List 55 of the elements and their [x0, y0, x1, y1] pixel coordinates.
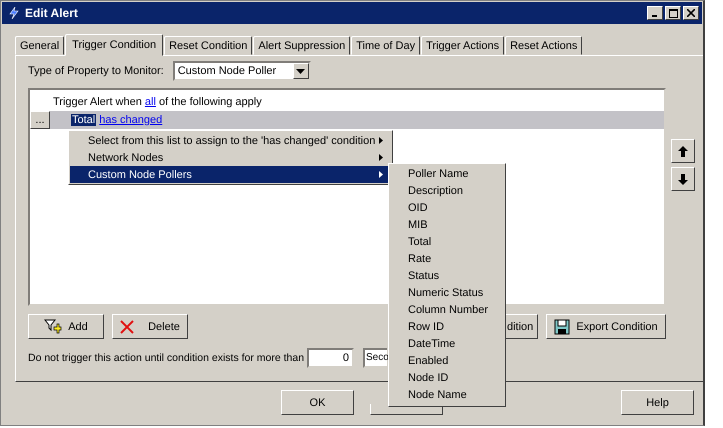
- add-button[interactable]: Add: [28, 314, 104, 339]
- delay-field[interactable]: 0: [307, 348, 354, 368]
- menu-item[interactable]: Row ID: [390, 319, 504, 336]
- filter-add-icon: [44, 318, 62, 334]
- menu-item[interactable]: Select from this list to assign to the 'has changed' condition: [70, 132, 391, 149]
- tab[interactable]: General: [15, 36, 64, 55]
- menu-item[interactable]: Enabled: [390, 353, 504, 370]
- move-up-button[interactable]: [671, 139, 695, 163]
- property-dropdown[interactable]: Custom Node Poller: [172, 61, 311, 81]
- move-down-button[interactable]: [671, 167, 695, 191]
- delete-icon: [120, 320, 134, 334]
- tab[interactable]: Reset Actions: [505, 36, 582, 55]
- menu-item[interactable]: Total: [390, 234, 504, 251]
- tab[interactable]: Reset Condition: [164, 36, 252, 55]
- menu-item[interactable]: Network Nodes: [70, 149, 391, 166]
- menu-item[interactable]: Description: [390, 183, 504, 200]
- menu-item[interactable]: Custom Node Pollers: [70, 166, 391, 183]
- tab[interactable]: Alert Suppression: [253, 36, 350, 55]
- condition-header: Trigger Alert when all of the following apply: [53, 96, 262, 108]
- window-title: Edit Alert: [25, 6, 78, 20]
- import-button[interactable]: dition: [504, 314, 538, 339]
- dropdown-arrow-icon: [296, 68, 306, 74]
- menu-item[interactable]: Rate: [390, 251, 504, 268]
- condition-row[interactable]: ... Total has changed: [30, 111, 664, 129]
- tab[interactable]: Trigger Actions: [421, 36, 504, 55]
- lightning-icon: [8, 7, 20, 19]
- delay-label: Do not trigger this action until condition exists for more than: [28, 352, 306, 364]
- down-arrow-icon: [678, 174, 688, 184]
- menu-item[interactable]: Node ID: [390, 370, 504, 387]
- help-button[interactable]: Help: [621, 390, 694, 415]
- tab[interactable]: Trigger Condition: [65, 34, 164, 56]
- ok-button[interactable]: OK: [281, 390, 354, 415]
- menu-item[interactable]: OID: [390, 200, 504, 217]
- operator-link[interactable]: has changed: [99, 114, 162, 126]
- row-menu-button[interactable]: ...: [30, 111, 50, 129]
- close-icon: [687, 9, 695, 17]
- menu-item[interactable]: Status: [390, 268, 504, 285]
- field-name[interactable]: Total: [71, 114, 96, 126]
- menu-item[interactable]: Node Name: [390, 387, 504, 404]
- menu-item[interactable]: Numeric Status: [390, 285, 504, 302]
- maximize-icon: [668, 8, 678, 18]
- maximize-button[interactable]: [665, 6, 681, 20]
- menu-item[interactable]: Poller Name: [390, 166, 504, 183]
- tab[interactable]: Time of Day: [351, 36, 420, 55]
- delete-button[interactable]: Delete: [112, 314, 188, 339]
- menu-item[interactable]: Column Number: [390, 302, 504, 319]
- property-label: Type of Property to Monitor:: [28, 65, 164, 77]
- menu-item[interactable]: MIB: [390, 217, 504, 234]
- minimize-button[interactable]: [647, 6, 663, 20]
- unit-dropdown[interactable]: Seco: [363, 348, 387, 368]
- up-arrow-icon: [678, 146, 688, 156]
- close-button[interactable]: [683, 6, 699, 20]
- menu-item[interactable]: DateTime: [390, 336, 504, 353]
- export-button[interactable]: Export Condition: [546, 314, 666, 339]
- all-link[interactable]: all: [144, 96, 156, 108]
